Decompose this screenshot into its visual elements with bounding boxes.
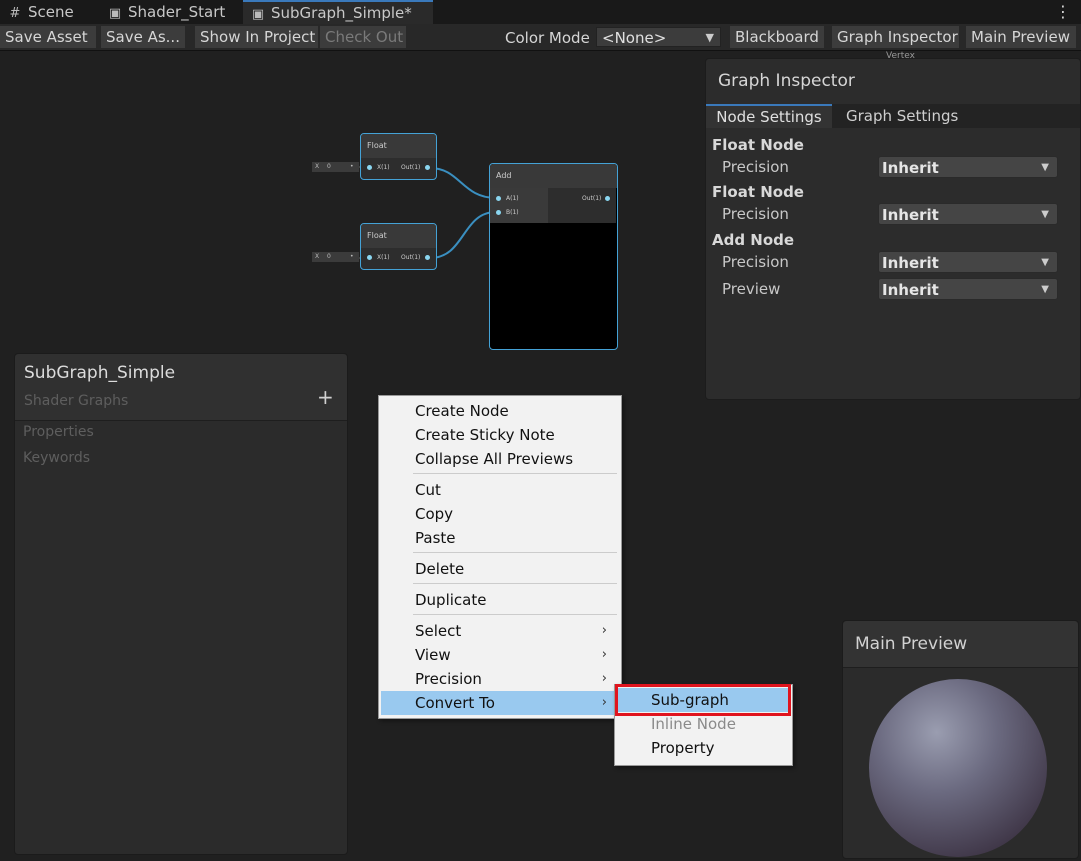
submenu-arrow-icon: › xyxy=(601,671,607,686)
blackboard-panel: SubGraph_Simple Shader Graphs + Properti… xyxy=(14,353,348,855)
properties-section[interactable]: Properties xyxy=(23,424,94,440)
graph-inspector-panel: Vertex Graph Inspector Node Settings Gra… xyxy=(705,51,1081,400)
menu-item-duplicate[interactable]: Duplicate xyxy=(381,588,617,612)
add-node[interactable]: Add A(1) B(1) Out(1) xyxy=(489,163,618,350)
input-port-a-icon[interactable] xyxy=(496,196,501,201)
menu-item-delete[interactable]: Delete xyxy=(381,557,617,581)
float1-precision-dropdown[interactable]: Inherit ▼ xyxy=(878,156,1058,178)
dropdown-arrow-icon: ▼ xyxy=(1041,209,1049,220)
preview-sphere[interactable] xyxy=(867,677,1049,859)
menu-separator xyxy=(413,552,617,553)
submenu-item-sub-graph[interactable]: Sub-graph xyxy=(617,688,788,712)
submenu-arrow-icon: › xyxy=(601,623,607,638)
inspector-peek-label: Vertex xyxy=(886,51,915,61)
tab-graph-settings[interactable]: Graph Settings xyxy=(846,104,958,128)
menu-item-view[interactable]: View › xyxy=(381,643,617,667)
precision-label: Precision xyxy=(722,253,789,271)
menu-item-create-sticky-note[interactable]: Create Sticky Note xyxy=(381,423,617,447)
edge-float1-to-add-a xyxy=(429,167,497,199)
convert-to-submenu: Sub-graph Inline Node Property xyxy=(614,684,793,766)
add-precision-dropdown[interactable]: Inherit ▼ xyxy=(878,251,1058,273)
menu-item-paste[interactable]: Paste xyxy=(381,526,617,550)
section-header: Add Node xyxy=(712,231,795,249)
inline-dot-icon: • xyxy=(350,163,354,170)
float2-inline-input[interactable]: X 0 • xyxy=(312,252,359,262)
precision-label: Precision xyxy=(722,158,789,176)
output-port-icon[interactable] xyxy=(425,165,430,170)
keywords-section[interactable]: Keywords xyxy=(23,450,90,466)
menu-item-cut[interactable]: Cut xyxy=(381,478,617,502)
add-outputs-panel xyxy=(548,188,616,223)
menu-item-create-node[interactable]: Create Node xyxy=(381,399,617,423)
preview-title: Main Preview xyxy=(855,634,968,654)
dropdown-arrow-icon: ▼ xyxy=(1041,284,1049,295)
output-port-icon[interactable] xyxy=(425,255,430,260)
input-port-icon[interactable] xyxy=(367,255,372,260)
node-title: Float xyxy=(361,134,436,158)
add-preview-dropdown[interactable]: Inherit ▼ xyxy=(878,278,1058,300)
menu-separator xyxy=(413,614,617,615)
tab-node-settings[interactable]: Node Settings xyxy=(706,104,832,128)
dropdown-arrow-icon: ▼ xyxy=(1041,162,1049,173)
inspector-title: Graph Inspector xyxy=(718,71,855,91)
blackboard-title[interactable]: SubGraph_Simple xyxy=(24,363,175,383)
submenu-arrow-icon: › xyxy=(601,647,607,662)
input-port-icon[interactable] xyxy=(367,165,372,170)
menu-separator xyxy=(413,473,617,474)
menu-separator xyxy=(413,583,617,584)
add-property-button[interactable]: + xyxy=(317,385,334,409)
float1-inline-input[interactable]: X 0 • xyxy=(312,162,359,172)
menu-item-copy[interactable]: Copy xyxy=(381,502,617,526)
menu-item-precision[interactable]: Precision › xyxy=(381,667,617,691)
sphere-mesh xyxy=(869,679,1047,857)
float-node-1[interactable]: Float X(1) Out(1) xyxy=(360,133,437,180)
blackboard-subtitle: Shader Graphs xyxy=(24,393,129,409)
dropdown-arrow-icon: ▼ xyxy=(1041,257,1049,268)
float2-precision-dropdown[interactable]: Inherit ▼ xyxy=(878,203,1058,225)
float-node-2[interactable]: Float X(1) Out(1) xyxy=(360,223,437,270)
submenu-arrow-icon: › xyxy=(601,695,607,710)
menu-item-convert-to[interactable]: Convert To › xyxy=(381,691,617,715)
node-title: Add xyxy=(490,164,617,188)
add-inputs-panel xyxy=(490,188,548,223)
section-header: Float Node xyxy=(712,183,804,201)
output-port-icon[interactable] xyxy=(605,196,610,201)
section-header: Float Node xyxy=(712,136,804,154)
node-title: Float xyxy=(361,224,436,248)
menu-item-select[interactable]: Select › xyxy=(381,619,617,643)
context-menu: Create Node Create Sticky Note Collapse … xyxy=(378,395,622,719)
inline-dot-icon: • xyxy=(350,253,354,260)
input-port-b-icon[interactable] xyxy=(496,210,501,215)
submenu-item-property[interactable]: Property xyxy=(617,736,788,760)
preview-label: Preview xyxy=(722,280,781,298)
menu-item-collapse-all-previews[interactable]: Collapse All Previews xyxy=(381,447,617,471)
submenu-item-inline-node[interactable]: Inline Node xyxy=(617,712,788,736)
edge-float2-to-add-b xyxy=(429,211,497,259)
main-preview-panel: Main Preview xyxy=(842,620,1079,859)
precision-label: Precision xyxy=(722,205,789,223)
